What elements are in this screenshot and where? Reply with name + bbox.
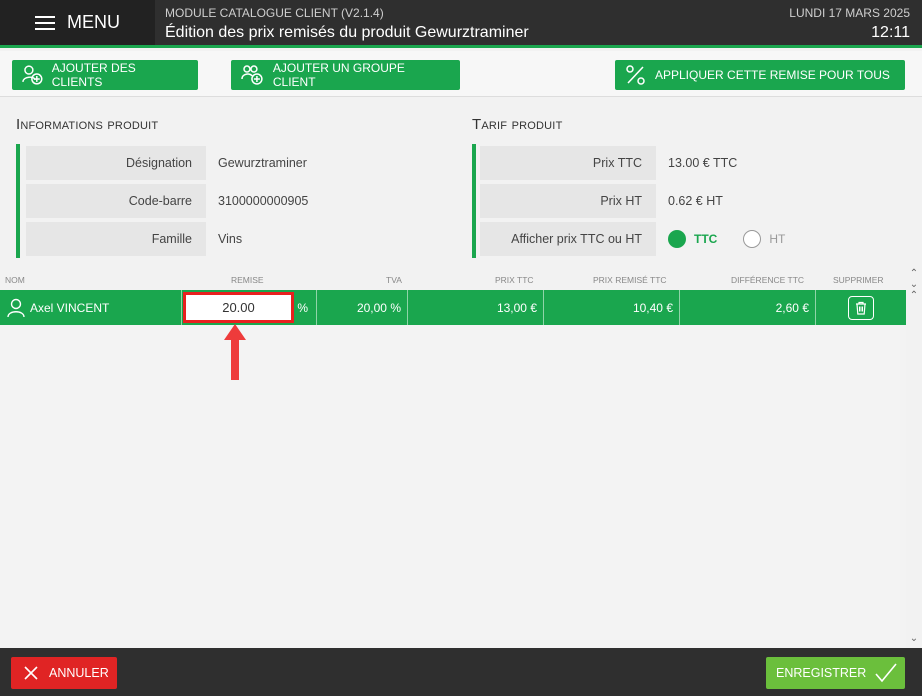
close-icon bbox=[24, 666, 38, 680]
col-nom: NOM bbox=[5, 275, 25, 285]
percent-icon bbox=[626, 65, 645, 85]
designation-value: Gewurztraminer bbox=[218, 156, 307, 170]
bottom-bar: ANNULER ENREGISTRER bbox=[0, 648, 922, 696]
add-group-icon bbox=[241, 65, 263, 85]
radio-ttc[interactable]: TTC bbox=[668, 230, 717, 248]
remise-unit: % bbox=[297, 300, 308, 315]
radio-ht[interactable]: HT bbox=[743, 230, 785, 248]
radio-ttc-label: TTC bbox=[694, 232, 718, 246]
radio-ht-dot bbox=[743, 230, 762, 248]
delete-button[interactable] bbox=[848, 295, 874, 320]
designation-label: Désignation bbox=[26, 146, 206, 180]
col-supprimer: SUPPRIMER bbox=[833, 275, 884, 285]
menu-button[interactable]: MENU bbox=[0, 0, 155, 45]
barcode-label: Code-barre bbox=[26, 184, 206, 218]
add-clients-label: AJOUTER DES CLIENTS bbox=[51, 61, 136, 89]
save-label: ENREGISTRER bbox=[776, 666, 867, 680]
price-ht-row: Prix HT 0.62 € HT bbox=[476, 182, 799, 220]
scroll-up-icon[interactable]: ⌃ ⌄ ⌃ bbox=[907, 268, 921, 301]
barcode-row: Code-barre 3100000000905 bbox=[20, 182, 308, 220]
price-ttc-row: Prix TTC 13.00 € TTC bbox=[476, 144, 799, 182]
add-group-button[interactable]: AJOUTER UN GROUPE CLIENT bbox=[231, 60, 460, 90]
hamburger-icon bbox=[35, 12, 55, 34]
col-difference: DIFFÉRENCE TTC bbox=[731, 275, 805, 285]
current-time: 12:11 bbox=[871, 24, 910, 41]
table-body bbox=[0, 325, 906, 648]
product-info-block: Désignation Gewurztraminer Code-barre 31… bbox=[16, 144, 308, 258]
apply-all-label: APPLIQUER CETTE REMISE POUR TOUS bbox=[655, 68, 890, 82]
cancel-button[interactable]: ANNULER bbox=[11, 657, 117, 689]
up-arrow-icon bbox=[224, 324, 246, 380]
remise-input[interactable]: 20.00 bbox=[183, 292, 294, 323]
price-ht-label: Prix HT bbox=[480, 184, 656, 218]
tarif-block: Prix TTC 13.00 € TTC Prix HT 0.62 € HT A… bbox=[472, 144, 799, 258]
add-user-icon bbox=[22, 65, 43, 85]
family-label: Famille bbox=[26, 222, 206, 256]
checkmark-icon bbox=[875, 663, 897, 683]
designation-row: Désignation Gewurztraminer bbox=[20, 144, 308, 182]
barcode-value: 3100000000905 bbox=[218, 194, 309, 208]
family-value: Vins bbox=[218, 232, 243, 246]
radio-ttc-dot bbox=[668, 230, 686, 248]
page-title: Édition des prix remisés du produit Gewu… bbox=[165, 24, 529, 41]
add-clients-button[interactable]: AJOUTER DES CLIENTS bbox=[12, 60, 198, 90]
table-row[interactable]: Axel VINCENT % 20,00 % 13,00 € 10,40 € 2… bbox=[0, 290, 906, 325]
action-toolbar: AJOUTER DES CLIENTS AJOUTER UN GROUPE CL… bbox=[0, 51, 922, 97]
price-ttc-label: Prix TTC bbox=[480, 146, 656, 180]
current-date: LUNDI 17 MARS 2025 bbox=[789, 6, 910, 20]
trash-icon bbox=[856, 301, 866, 315]
top-bar: MENU MODULE CATALOGUE CLIENT (V2.1.4) Éd… bbox=[0, 0, 922, 48]
difference-cell: 2,60 € bbox=[680, 290, 816, 325]
col-tva: TVA bbox=[386, 275, 402, 285]
tarif-heading: Tarif produit bbox=[472, 116, 563, 133]
user-icon bbox=[7, 298, 25, 317]
family-row: Famille Vins bbox=[20, 220, 308, 258]
tva-cell: 20,00 % bbox=[317, 290, 408, 325]
price-ttc-value: 13.00 € TTC bbox=[668, 156, 738, 170]
module-version: MODULE CATALOGUE CLIENT (V2.1.4) bbox=[165, 6, 384, 20]
add-group-label: AJOUTER UN GROUPE CLIENT bbox=[272, 61, 405, 89]
prix-ttc-cell: 13,00 € bbox=[408, 290, 544, 325]
cancel-label: ANNULER bbox=[49, 666, 109, 680]
delete-cell bbox=[816, 290, 906, 325]
product-info-heading: Informations produit bbox=[16, 116, 159, 133]
scroll-down-icon[interactable]: ⌄ bbox=[907, 633, 921, 644]
save-button[interactable]: ENREGISTRER bbox=[766, 657, 905, 689]
col-prix-remise: PRIX REMISÉ TTC bbox=[593, 275, 667, 285]
client-name: Axel VINCENT bbox=[30, 300, 110, 315]
col-prix-ttc: PRIX TTC bbox=[495, 275, 534, 285]
prix-remise-cell: 10,40 € bbox=[544, 290, 680, 325]
radio-ht-label: HT bbox=[769, 232, 786, 246]
display-mode-row: Afficher prix TTC ou HT TTC HT bbox=[476, 220, 799, 258]
menu-label: MENU bbox=[67, 12, 120, 32]
apply-all-button[interactable]: APPLIQUER CETTE REMISE POUR TOUS bbox=[615, 60, 905, 90]
table-header: NOM REMISE TVA PRIX TTC PRIX REMISÉ TTC … bbox=[0, 272, 908, 288]
price-ht-value: 0.62 € HT bbox=[668, 194, 723, 208]
display-mode-label: Afficher prix TTC ou HT bbox=[480, 222, 656, 256]
client-name-cell: Axel VINCENT bbox=[0, 290, 182, 325]
col-remise: REMISE bbox=[231, 275, 264, 285]
